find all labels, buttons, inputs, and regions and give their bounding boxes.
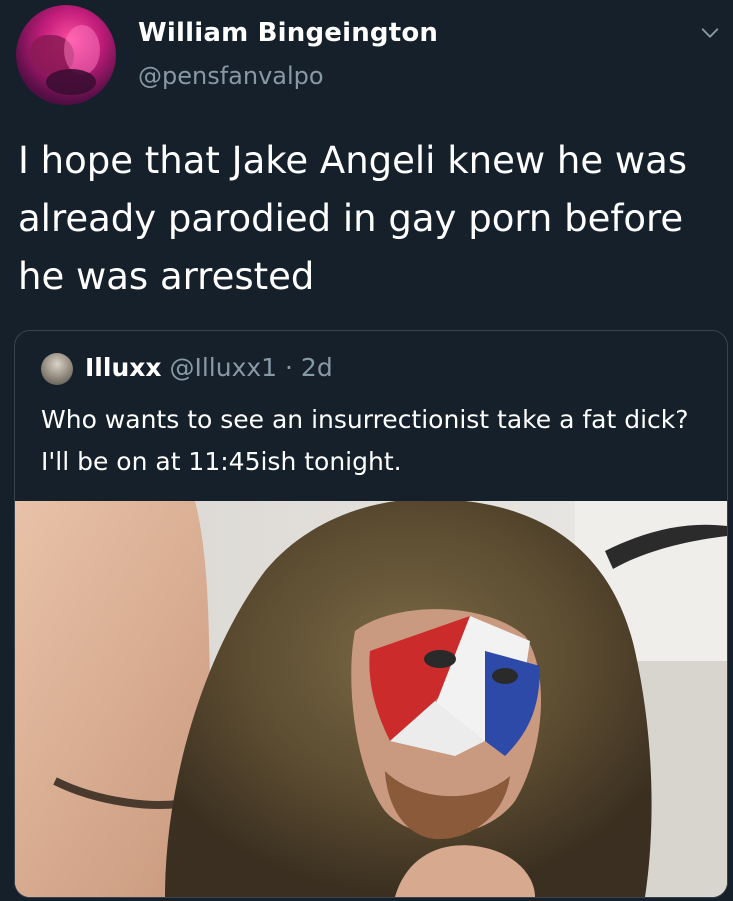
quoted-tweet-photo[interactable] [15, 501, 727, 897]
quoted-tweet[interactable]: Illuxx @Illuxx1 · 2d Who wants to see an… [14, 330, 728, 898]
quoted-tweet-time[interactable]: 2d [301, 353, 333, 382]
quoted-author-name[interactable]: Illuxx [85, 353, 162, 382]
author-name[interactable]: William Bingeington [138, 18, 438, 48]
tweet-text: I hope that Jake Angeli knew he was alre… [18, 139, 688, 298]
meta-separator: · [285, 353, 293, 382]
quoted-author-avatar[interactable] [41, 353, 73, 385]
quoted-tweet-header: Illuxx @Illuxx1 · 2d [85, 353, 333, 382]
author-handle[interactable]: @pensfanvalpo [138, 62, 324, 90]
quoted-tweet-text: Who wants to see an insurrectionist take… [41, 405, 689, 476]
author-avatar[interactable] [16, 5, 116, 105]
chevron-down-icon[interactable] [699, 22, 721, 44]
quoted-author-handle[interactable]: @Illuxx1 [169, 353, 277, 382]
